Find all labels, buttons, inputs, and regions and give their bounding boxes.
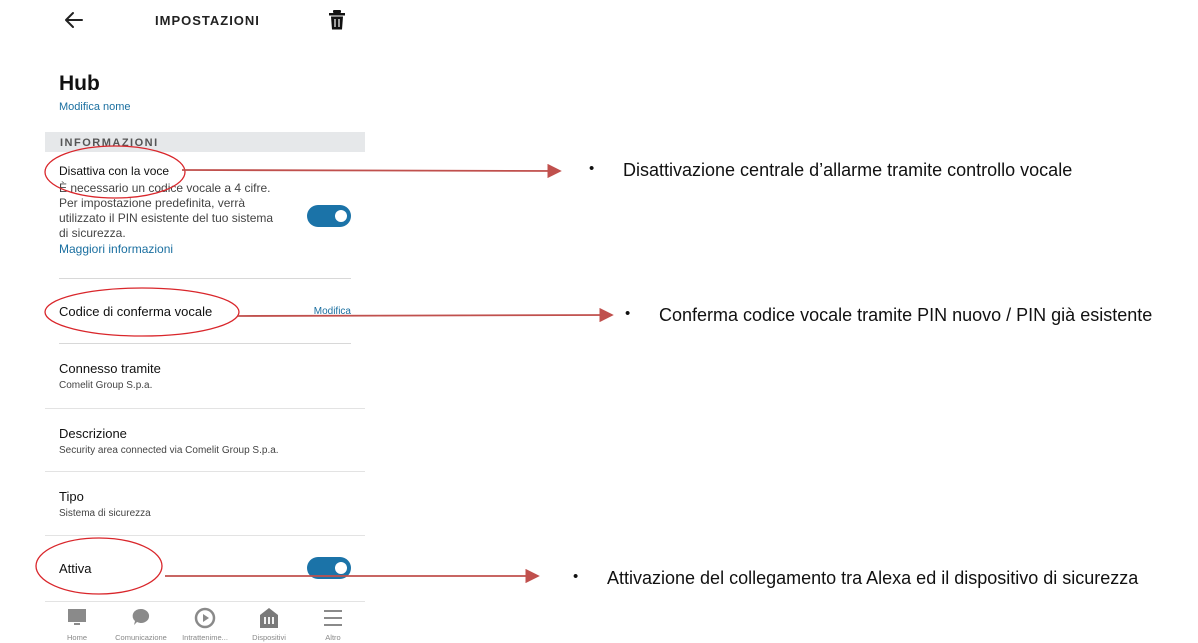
page-title: IMPOSTAZIONI — [155, 13, 260, 28]
divider — [45, 408, 365, 409]
annotation-bullet: • — [625, 305, 631, 322]
nav-more[interactable]: Altro — [301, 602, 365, 643]
type-value: Sistema di sicurezza — [59, 508, 151, 519]
nav-communication[interactable]: Comunicazione — [109, 602, 173, 643]
nav-entertainment-label: Intrattenime... — [182, 633, 228, 642]
description-value: Security area connected via Comelit Grou… — [59, 445, 279, 456]
more-info-link[interactable]: Maggiori informazioni — [59, 242, 173, 256]
voice-disarm-desc-4: di sicurezza. — [59, 226, 126, 240]
type-title: Tipo — [59, 489, 84, 504]
voice-code-title: Codice di conferma vocale — [59, 304, 213, 319]
play-icon — [194, 607, 216, 629]
nav-communication-label: Comunicazione — [115, 633, 167, 642]
nav-devices-label: Dispositivi — [252, 633, 286, 642]
device-name: Hub — [59, 72, 100, 95]
phone-screen: IMPOSTAZIONI Hub Modifica nome INFORMAZI… — [45, 0, 365, 643]
divider — [45, 535, 365, 536]
nav-home[interactable]: Home — [45, 602, 109, 643]
voice-disarm-title: Disattiva con la voce — [59, 164, 170, 178]
annotation-text-voice-disarm: Disattivazione centrale d’allarme tramit… — [623, 160, 1073, 180]
annotation-text-voice-code: Conferma codice vocale tramite PIN nuovo… — [659, 305, 1153, 325]
menu-icon — [324, 610, 342, 626]
active-toggle[interactable] — [307, 557, 351, 579]
connected-title: Connesso tramite — [59, 361, 161, 376]
nav-devices[interactable]: Dispositivi — [237, 602, 301, 643]
devices-icon — [260, 608, 278, 628]
home-icon — [68, 609, 86, 625]
voice-disarm-desc-2: Per impostazione predefinita, verrà — [59, 196, 246, 210]
toggle-knob — [335, 210, 347, 222]
voice-disarm-desc-3: utilizzato il PIN esistente del tuo sist… — [59, 211, 274, 225]
active-title: Attiva — [59, 561, 92, 576]
annotation-bullet: • — [589, 160, 595, 177]
nav-home-label: Home — [66, 633, 87, 642]
divider — [45, 471, 365, 472]
bottom-nav: Home Comunicazione Intrattenime... Dispo… — [45, 601, 365, 643]
annotation-text-active: Attivazione del collegamento tra Alexa e… — [607, 568, 1139, 588]
toggle-knob — [335, 562, 347, 574]
voice-disarm-toggle[interactable] — [307, 205, 351, 227]
description-title: Descrizione — [59, 426, 127, 441]
nav-entertainment[interactable]: Intrattenime... — [173, 602, 237, 643]
annotation-bullet: • — [573, 568, 579, 585]
trash-icon[interactable] — [327, 8, 347, 32]
divider — [59, 278, 351, 279]
section-header-label: INFORMAZIONI — [60, 137, 159, 149]
rename-link[interactable]: Modifica nome — [59, 101, 131, 113]
voice-code-edit-button[interactable]: Modifica — [314, 306, 351, 317]
section-header: INFORMAZIONI — [45, 132, 365, 152]
arrow-left-icon[interactable] — [62, 8, 86, 32]
divider — [59, 343, 351, 344]
connected-value: Comelit Group S.p.a. — [59, 380, 153, 391]
voice-disarm-desc-1: È necessario un codice vocale a 4 cifre. — [59, 181, 271, 195]
chat-bubble-icon — [132, 608, 150, 625]
nav-more-label: Altro — [325, 633, 341, 642]
